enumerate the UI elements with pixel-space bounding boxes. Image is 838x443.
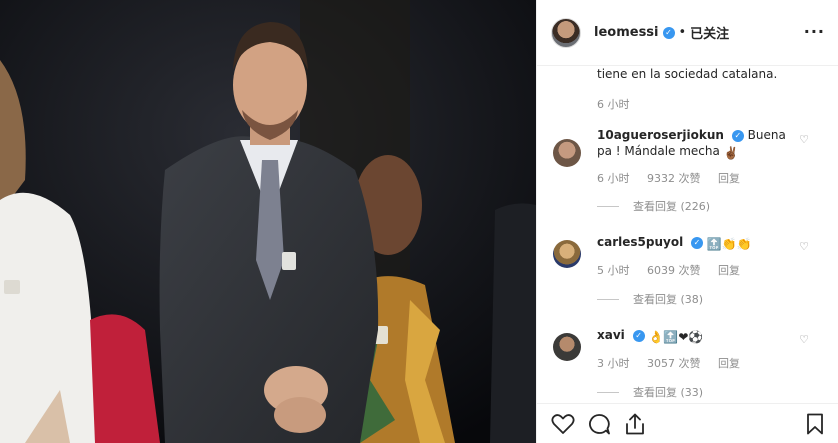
comment-likes[interactable]: 9332 次赞: [647, 172, 701, 185]
comment-emoji: 🔝👏👏: [706, 237, 752, 251]
comment-like-icon[interactable]: ♡: [799, 240, 809, 253]
following-button[interactable]: 已关注: [690, 23, 729, 42]
victory-hand-emoji: ✌🏾: [723, 146, 739, 160]
caption-text: tiene en la sociedad catalana.: [597, 67, 778, 81]
commenter-username[interactable]: 10agueroserjiokun: [597, 128, 724, 142]
reply-button[interactable]: 回复: [718, 357, 740, 370]
post-action-bar: [537, 403, 838, 443]
photo-illustration: [0, 0, 536, 443]
replies-dash: [597, 205, 619, 207]
comment-meta: 3 小时 3057 次赞 回复: [597, 355, 754, 371]
replies-dash: [597, 391, 619, 393]
commenter-avatar[interactable]: [553, 333, 581, 361]
commenter-username[interactable]: carles5puyol: [597, 235, 683, 249]
comment-meta: 6 小时 9332 次赞 回复: [597, 170, 754, 186]
post-header: leomessi ✓ • 已关注 ···: [537, 0, 838, 66]
comment-icon[interactable]: [587, 413, 611, 435]
reply-button[interactable]: 回复: [718, 264, 740, 277]
comment-timestamp[interactable]: 6 小时: [597, 172, 630, 185]
view-replies-button[interactable]: 查看回复 (33): [597, 384, 703, 400]
view-replies-label: 查看回复 (33): [633, 386, 704, 399]
comment-likes[interactable]: 3057 次赞: [647, 357, 701, 370]
comment-emoji: 👌🔝❤⚽: [648, 330, 704, 344]
author-avatar[interactable]: [551, 17, 581, 48]
view-replies-label: 查看回复 (226): [633, 200, 711, 213]
view-replies-button[interactable]: 查看回复 (38): [597, 291, 703, 307]
comment-like-icon[interactable]: ♡: [799, 333, 809, 346]
commenter-username[interactable]: xavi: [597, 328, 625, 342]
heart-icon[interactable]: [551, 413, 575, 435]
caption-timestamp[interactable]: 6 小时: [597, 96, 630, 112]
comment-meta: 5 小时 6039 次赞 回复: [597, 262, 754, 278]
reply-button[interactable]: 回复: [718, 172, 740, 185]
commenter-avatar[interactable]: [553, 240, 581, 268]
header-separator: •: [678, 25, 687, 40]
verified-badge-icon: ✓: [691, 236, 704, 249]
comments-list[interactable]: tiene en la sociedad catalana. 6 小时 10ag…: [537, 67, 838, 403]
view-replies-button[interactable]: 查看回复 (226): [597, 198, 710, 214]
view-replies-label: 查看回复 (38): [633, 293, 704, 306]
comment-body: carles5puyol ✓ 🔝👏👏: [597, 234, 797, 252]
verified-badge-icon: ✓: [632, 329, 645, 342]
comment-timestamp[interactable]: 3 小时: [597, 357, 630, 370]
commenter-avatar[interactable]: [553, 139, 581, 167]
more-options-icon[interactable]: ···: [804, 22, 825, 41]
verified-badge-icon: ✓: [731, 129, 744, 142]
comment-body: xavi ✓ 👌🔝❤⚽: [597, 327, 797, 345]
verified-badge-icon: ✓: [662, 26, 675, 39]
comment-body: 10agueroserjiokun ✓ Buena pa ! Mándale m…: [597, 127, 797, 161]
post-photo[interactable]: [0, 0, 536, 443]
comment-likes[interactable]: 6039 次赞: [647, 264, 701, 277]
comment-timestamp[interactable]: 5 小时: [597, 264, 630, 277]
share-icon[interactable]: [623, 413, 647, 435]
author-username[interactable]: leomessi: [594, 25, 659, 40]
post-side-panel: leomessi ✓ • 已关注 ··· tiene en la socieda…: [536, 0, 838, 443]
comment-like-icon[interactable]: ♡: [799, 133, 809, 146]
replies-dash: [597, 298, 619, 300]
bookmark-icon[interactable]: [805, 413, 825, 435]
